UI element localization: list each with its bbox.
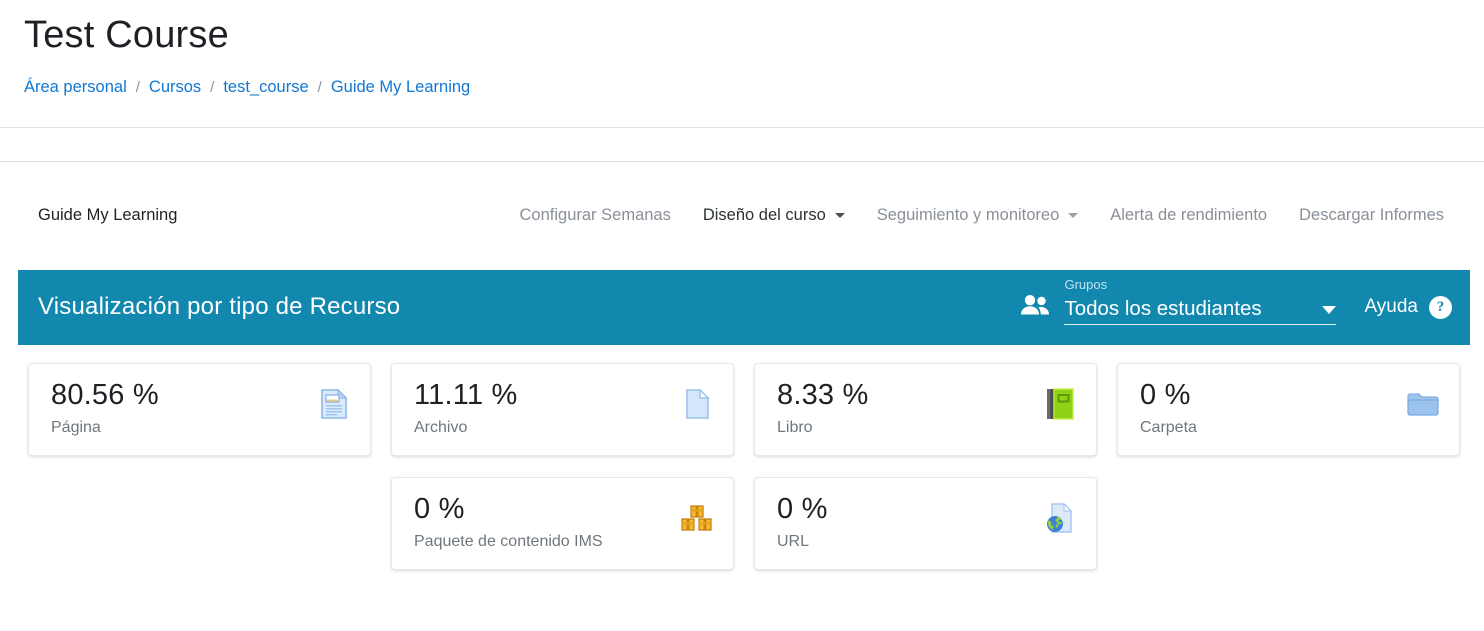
- ims-package-icon: [679, 500, 715, 536]
- nav-item-label: Descargar Informes: [1299, 206, 1444, 225]
- report-header-band: Visualización por tipo de Recurso Grupos…: [18, 269, 1470, 345]
- plugin-brand-label: Guide My Learning: [38, 206, 178, 225]
- groups-select[interactable]: Grupos Todos los estudiantes: [1064, 277, 1337, 326]
- page-header: Test Course Área personal / Cursos / tes…: [0, 0, 1484, 97]
- report-header-controls: Grupos Todos los estudiantes Ayuda ?: [1020, 277, 1452, 326]
- cards-row-1: 80.56 % Página 11.11 % Archivo 8.33 % Li…: [18, 362, 1470, 456]
- card-paquete-de-contenido-ims[interactable]: 0 % Paquete de contenido IMS: [391, 476, 734, 570]
- resource-type-cards: 80.56 % Página 11.11 % Archivo 8.33 % Li…: [0, 362, 1484, 570]
- chevron-down-icon: [1068, 213, 1079, 219]
- people-icon: [1020, 294, 1050, 321]
- page-document-icon: [316, 386, 352, 422]
- cards-row-2: 0 % Paquete de contenido IMS 0 % URL: [18, 476, 1470, 570]
- card-cell: 0 % URL: [744, 476, 1107, 570]
- report-title: Visualización por tipo de Recurso: [38, 293, 401, 321]
- nav-item-label: Alerta de rendimiento: [1110, 206, 1268, 225]
- card-text: 8.33 % Libro: [777, 378, 869, 437]
- card-carpeta[interactable]: 0 % Carpeta: [1117, 362, 1460, 456]
- file-icon: [679, 386, 715, 422]
- breadcrumb-separator: /: [135, 78, 140, 96]
- url-globe-icon: [1042, 500, 1078, 536]
- plugin-navbar: Guide My Learning Configurar Semanas Dis…: [0, 162, 1484, 270]
- card-libro[interactable]: 8.33 % Libro: [754, 362, 1097, 456]
- card-value: 0 %: [777, 492, 828, 525]
- card-text: 11.11 % Archivo: [414, 378, 518, 437]
- header-spacer-band: [0, 128, 1484, 161]
- page-title: Test Course: [24, 14, 229, 56]
- breadcrumb-item-test-course[interactable]: test_course: [223, 78, 308, 97]
- groups-select-value: Todos los estudiantes: [1064, 296, 1262, 320]
- breadcrumb-item-guide-my-learning[interactable]: Guide My Learning: [331, 78, 470, 97]
- card-value: 0 %: [1140, 378, 1191, 411]
- nav-item-seguimiento-y-monitoreo[interactable]: Seguimiento y monitoreo: [861, 206, 1095, 225]
- plugin-nav-links: Configurar Semanas Diseño del curso Segu…: [504, 206, 1460, 225]
- card-label: Libro: [777, 419, 813, 437]
- groups-select-label: Grupos: [1064, 276, 1108, 292]
- card-label: Carpeta: [1140, 419, 1197, 437]
- nav-item-descargar-informes[interactable]: Descargar Informes: [1283, 206, 1460, 225]
- book-icon: [1042, 386, 1078, 422]
- nav-item-diseno-del-curso[interactable]: Diseño del curso: [687, 206, 861, 225]
- card-cell: 0 % Carpeta: [1107, 362, 1470, 456]
- question-mark-icon: ?: [1429, 295, 1452, 319]
- card-value: 8.33 %: [777, 378, 869, 411]
- card-cell-empty: [18, 477, 381, 570]
- card-label: Página: [51, 419, 101, 437]
- card-text: 80.56 % Página: [51, 378, 159, 437]
- card-text: 0 % URL: [777, 492, 828, 551]
- nav-item-label: Configurar Semanas: [519, 206, 671, 225]
- card-label: Paquete de contenido IMS: [414, 533, 603, 551]
- breadcrumb-separator: /: [210, 78, 215, 96]
- card-cell: 11.11 % Archivo: [381, 362, 744, 456]
- card-cell: 80.56 % Página: [18, 362, 381, 456]
- breadcrumb: Área personal / Cursos / test_course / G…: [24, 78, 1484, 97]
- help-button[interactable]: Ayuda ?: [1364, 295, 1452, 319]
- breadcrumb-item-area-personal[interactable]: Área personal: [24, 78, 127, 97]
- chevron-down-icon: [834, 213, 845, 219]
- breadcrumb-separator: /: [317, 78, 322, 96]
- breadcrumb-item-cursos[interactable]: Cursos: [149, 78, 201, 97]
- nav-item-alerta-de-rendimiento[interactable]: Alerta de rendimiento: [1094, 206, 1283, 225]
- card-text: 0 % Paquete de contenido IMS: [414, 492, 603, 551]
- card-label: URL: [777, 533, 810, 551]
- card-value: 0 %: [414, 492, 465, 525]
- chevron-down-icon[interactable]: [1322, 306, 1337, 315]
- card-cell: 8.33 % Libro: [744, 362, 1107, 456]
- card-archivo[interactable]: 11.11 % Archivo: [391, 362, 734, 456]
- nav-item-label: Diseño del curso: [702, 206, 826, 225]
- card-url[interactable]: 0 % URL: [754, 476, 1097, 570]
- card-pagina[interactable]: 80.56 % Página: [28, 362, 371, 456]
- help-label: Ayuda: [1364, 296, 1418, 318]
- card-label: Archivo: [414, 419, 468, 437]
- folder-icon: [1405, 386, 1441, 422]
- nav-item-configurar-semanas[interactable]: Configurar Semanas: [504, 206, 687, 225]
- card-cell: 0 % Paquete de contenido IMS: [381, 476, 744, 570]
- card-cell-empty: [1107, 477, 1470, 570]
- card-value: 11.11 %: [414, 378, 518, 411]
- nav-item-label: Seguimiento y monitoreo: [876, 206, 1060, 225]
- card-value: 80.56 %: [51, 378, 159, 411]
- card-text: 0 % Carpeta: [1140, 378, 1197, 437]
